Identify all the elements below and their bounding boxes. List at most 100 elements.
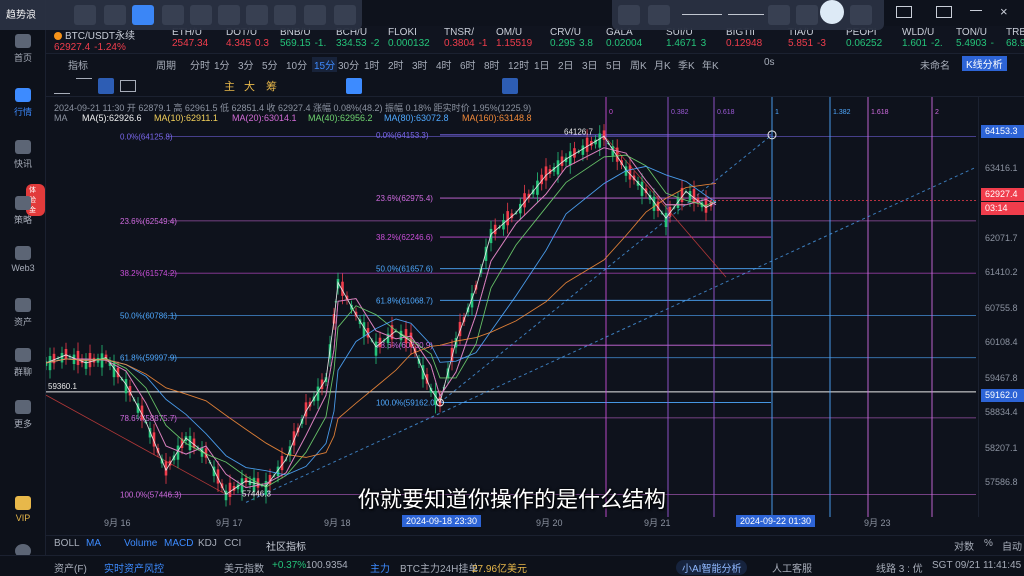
kline-analysis-button[interactable]: K线分析 [962,56,1007,71]
indicator-3[interactable]: MACD [164,538,193,549]
brush-tool[interactable] [218,5,240,25]
period-0[interactable]: 分时 [190,57,210,72]
ticker-item[interactable]: GALA 0.02004 [606,27,646,49]
axis-mode-2[interactable]: 自动 [1002,538,1022,553]
trendline-tool[interactable] [74,5,96,25]
hlines-draw-icon[interactable] [98,78,114,94]
ticker-item[interactable]: TRB/U68.9841 [1006,27,1024,49]
nav-news[interactable]: 快讯 [0,140,46,170]
period-2[interactable]: 3分 [238,57,254,72]
line-style-select[interactable] [682,14,722,15]
settings-tool[interactable] [768,5,790,25]
magnet-tool[interactable] [618,5,640,25]
ticker-item[interactable]: BCH/U 334.53 -2 [336,27,380,49]
period-18[interactable]: 周K [630,57,647,72]
nav-assets[interactable]: 资产 [0,298,46,328]
ticker-item[interactable]: SUI/U 1.4671 3 [666,27,706,49]
indicator-2[interactable]: Volume [124,538,157,549]
eraser-icon[interactable] [416,78,432,94]
lock-icon[interactable] [482,78,498,94]
period-10[interactable]: 4时 [436,57,452,72]
delete-tool[interactable] [850,5,872,25]
line-width-select[interactable] [728,14,764,15]
ticker-item[interactable]: BTC/USDT永续 62927.4 -1.24% [54,27,135,53]
rect-tool[interactable] [190,5,212,25]
nav-chat[interactable]: 群聊 [0,348,46,378]
support-button[interactable]: 人工客服 [772,560,812,575]
fib-tool[interactable] [274,5,296,25]
pen-icon[interactable] [392,78,408,94]
ticker-item[interactable]: FLOKI 0.000132 [388,27,434,49]
nav-more[interactable]: 更多 [0,400,46,430]
layout-name[interactable]: 未命名 [920,57,950,72]
period-6[interactable]: 30分 [338,57,359,72]
ticker-item[interactable]: TON/U 5.4903- [956,27,994,49]
axis-mode-0[interactable]: 对数 [954,538,974,553]
risk-control-button[interactable]: 实时资产风控 [104,560,164,575]
nav-market[interactable]: 行情 [0,88,46,118]
eye-icon[interactable] [460,78,476,94]
period-19[interactable]: 月K [654,57,671,72]
time-axis[interactable]: 9月 16 9月 17 9月 18 2024-09-18 23:30 9月 20 9月 2… [46,514,978,530]
measure-tool[interactable] [304,5,326,25]
ticker-item[interactable]: OM/U 1.15519 [496,27,536,49]
nav-strategy[interactable]: 策略 [0,196,46,226]
period-14[interactable]: 1日 [534,57,550,72]
ticker-item[interactable]: CRV/U 0.295 3.8 [550,27,593,49]
period-21[interactable]: 年K [702,57,719,72]
ticker-item[interactable]: TNSR/0.3804 -1 [444,27,488,49]
big-order-button[interactable]: 大 [244,78,255,94]
layers-icon[interactable] [438,78,454,94]
ticker-item[interactable]: BNB/U 569.15 -1. [280,27,326,49]
indicator-1[interactable]: MA [86,538,101,549]
ray-tool[interactable] [104,5,126,25]
period-5[interactable]: 15分 [312,57,338,72]
indicator-5[interactable]: CCI [224,538,241,549]
period-20[interactable]: 季K [678,57,695,72]
period-3[interactable]: 5分 [262,57,278,72]
rect-draw-icon[interactable] [120,80,136,92]
period-11[interactable]: 6时 [460,57,476,72]
period-7[interactable]: 1时 [364,57,380,72]
bookmark-icon[interactable] [346,78,362,94]
lock-tool[interactable] [796,5,818,25]
period-1[interactable]: 1分 [214,57,230,72]
close-icon[interactable]: × [1000,4,1014,19]
period-16[interactable]: 3日 [582,57,598,72]
indicator-0[interactable]: BOLL [54,538,80,549]
nav-home[interactable]: 首页 [0,34,46,64]
indicator-6[interactable]: 社区指标 [266,538,306,553]
wave-tool[interactable] [162,5,184,25]
ticker-item[interactable]: ETH/U 2547.34 [172,27,212,49]
ticker-item[interactable]: TIA/U 5.851 -3 [788,27,826,49]
ticker-item[interactable]: WLD/U 1.601 -2. [902,27,943,49]
refresh-timer[interactable]: 0s [764,57,775,68]
period-15[interactable]: 2日 [558,57,574,72]
main-force-tab[interactable]: 主力 [370,560,390,575]
ticker-item[interactable]: PEOPI 0.06252 [846,27,886,49]
fullscreen-icon[interactable] [936,6,952,18]
period-13[interactable]: 12时 [508,57,529,72]
assets-label[interactable]: 资产(F) [54,560,87,575]
price-chart[interactable]: 0.0%(64125.8) 23.6%(62549.4) 38.2%(61574.2… [46,97,978,517]
chips-button[interactable]: 筹 [266,78,277,94]
ticker-item[interactable]: DOT/U 4.345 0.3 [226,27,269,49]
ellipse-tool[interactable] [246,5,268,25]
trash-icon[interactable] [522,78,538,94]
period-4[interactable]: 10分 [286,57,307,72]
color-preview[interactable] [820,0,844,24]
line-draw-icon[interactable] [54,78,70,94]
period-17[interactable]: 5日 [606,57,622,72]
minimize-icon[interactable] [970,10,982,11]
period-8[interactable]: 2时 [388,57,404,72]
indicator-4[interactable]: KDJ [198,538,217,549]
period-button[interactable]: 周期 [156,57,176,72]
link-icon[interactable] [368,78,384,94]
more-tool[interactable] [334,5,356,25]
color-tool[interactable] [648,5,670,25]
axis-mode-1[interactable]: % [984,538,993,549]
ai-analysis-button[interactable]: 小AI智能分析 [676,560,748,575]
indicators-button[interactable]: 指标 [68,57,88,72]
period-9[interactable]: 3时 [412,57,428,72]
price-axis[interactable]: 64153.3 63416.1 62927.4 03:14 62071.7 61410.2… [978,97,1024,517]
